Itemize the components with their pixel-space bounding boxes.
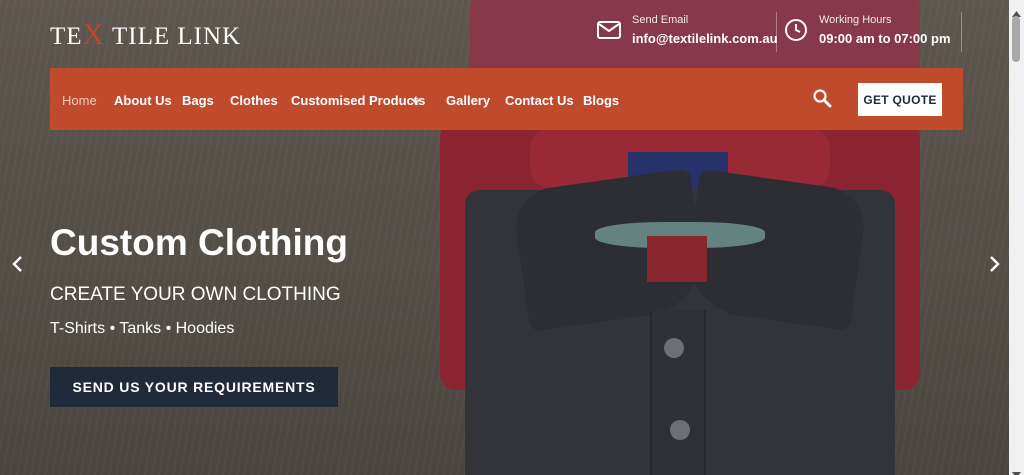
logo-x: X [82, 18, 106, 51]
hero-product-list: T-Shirts • Tanks • Hoodies [50, 320, 235, 337]
header-divider [961, 12, 962, 52]
nav-about-us[interactable]: About Us [114, 93, 172, 108]
logo-text-post: TILE LINK [105, 23, 242, 50]
nav-home[interactable]: Home [62, 93, 97, 108]
main-navigation: Home About Us Bags Clothes Customised Pr… [50, 68, 963, 130]
get-quote-button[interactable]: GET QUOTE [858, 83, 942, 116]
scroll-down-icon[interactable] [1012, 465, 1021, 475]
hours-value: 09:00 am to 07:00 pm [819, 31, 951, 46]
clock-icon [783, 17, 809, 43]
nav-gallery[interactable]: Gallery [446, 93, 490, 108]
hours-label: Working Hours [819, 14, 892, 26]
nav-clothes[interactable]: Clothes [230, 93, 278, 108]
envelope-icon [596, 17, 622, 43]
hero-subtitle: CREATE YOUR OWN CLOTHING [50, 284, 341, 305]
chevron-right-icon[interactable] [985, 254, 1003, 274]
send-requirements-button[interactable]: SEND US YOUR REQUIREMENTS [50, 367, 338, 407]
search-icon[interactable] [812, 88, 834, 110]
scroll-up-icon[interactable] [1012, 4, 1021, 17]
logo-text-pre: TE [50, 23, 83, 50]
email-value[interactable]: info@textilelink.com.au [632, 31, 778, 46]
scrollbar-track[interactable] [1009, 0, 1024, 475]
email-label: Send Email [632, 14, 689, 26]
header-divider [776, 12, 777, 52]
nav-customised-products[interactable]: Customised Products [291, 93, 425, 108]
chevron-left-icon[interactable] [9, 254, 27, 274]
nav-blogs[interactable]: Blogs [583, 93, 619, 108]
site-logo[interactable]: TEX TILE LINK [50, 18, 241, 52]
contact-hours: Working Hours 09:00 am to 07:00 pm [783, 14, 951, 46]
chevron-down-icon[interactable] [410, 94, 422, 106]
nav-contact-us[interactable]: Contact Us [505, 93, 574, 108]
nav-bags[interactable]: Bags [182, 93, 214, 108]
contact-email[interactable]: Send Email info@textilelink.com.au [596, 14, 778, 46]
scrollbar-thumb[interactable] [1012, 16, 1020, 62]
hero-title: Custom Clothing [50, 222, 349, 263]
